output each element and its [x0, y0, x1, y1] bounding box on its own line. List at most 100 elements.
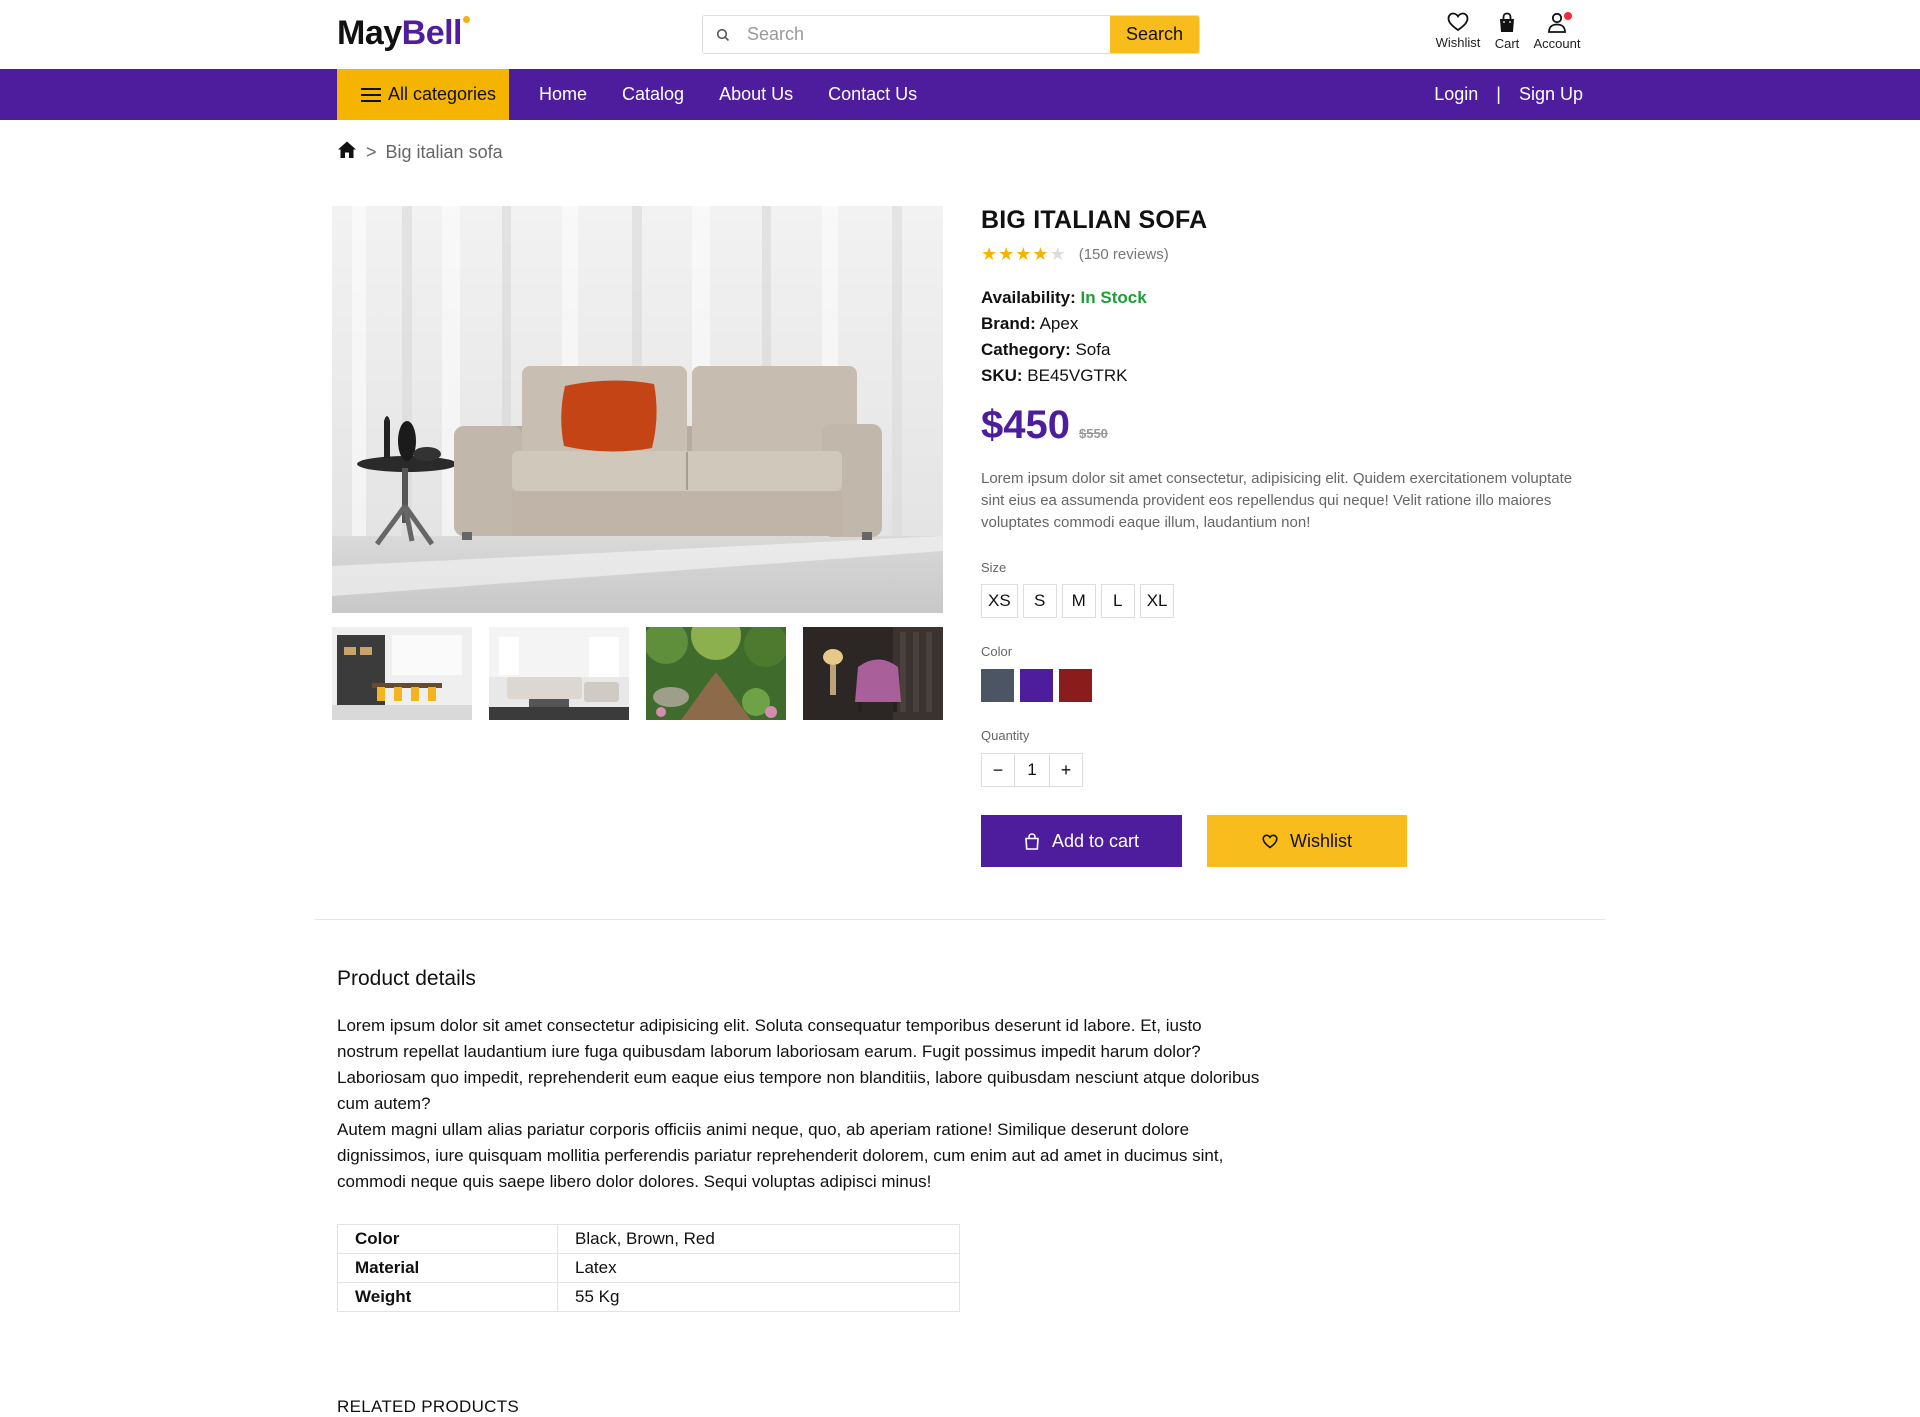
top-header: MayBell Search Wishlist Cart Account: [0, 0, 1920, 68]
brand-value: Apex: [1039, 314, 1079, 333]
breadcrumb: > Big italian sofa: [337, 140, 503, 164]
spec-table: Color Black, Brown, Red Material Latex W…: [337, 1224, 960, 1312]
section-divider: [315, 919, 1605, 920]
header-account-label: Account: [1533, 36, 1581, 51]
signup-link[interactable]: Sign Up: [1519, 84, 1583, 105]
color-swatch-gray[interactable]: [981, 669, 1014, 702]
nav-link-catalog[interactable]: Catalog: [622, 84, 684, 105]
size-option-xl[interactable]: XL: [1139, 584, 1175, 618]
size-option-m[interactable]: M: [1061, 584, 1096, 618]
quantity-stepper: − 1 +: [981, 753, 1585, 787]
login-link[interactable]: Login: [1434, 84, 1478, 105]
color-label: Color: [981, 644, 1013, 659]
breadcrumb-separator: >: [366, 141, 377, 162]
shopping-bag-icon: [1025, 832, 1039, 850]
category-label: Cathegory:: [981, 340, 1071, 359]
wishlist-label: Wishlist: [1290, 830, 1352, 851]
star-filled-icon: ★: [998, 244, 1015, 264]
table-row: Color Black, Brown, Red: [337, 1224, 960, 1254]
product-short-description: Lorem ipsum dolor sit amet consectetur, …: [981, 470, 1573, 531]
color-options: [981, 669, 1585, 702]
related-products-heading: RELATED PRODUCTS: [337, 1397, 520, 1416]
shopping-bag-icon: [1500, 12, 1514, 32]
brand-row: Brand: Apex: [981, 311, 1585, 337]
star-rating: ★ ★ ★ ★ ★: [981, 245, 1067, 263]
header-cart-label: Cart: [1494, 36, 1520, 51]
table-row: Material Latex: [337, 1253, 960, 1283]
home-icon[interactable]: [337, 140, 357, 164]
spec-key: Color: [337, 1224, 558, 1254]
availability-label: Availability:: [981, 288, 1076, 307]
star-filled-icon: ★: [981, 244, 998, 264]
star-empty-icon: ★: [1049, 244, 1066, 264]
color-swatch-purple[interactable]: [1020, 669, 1053, 702]
logo[interactable]: MayBell: [337, 14, 470, 53]
all-categories-button[interactable]: All categories: [337, 69, 509, 120]
sku-value: BE45VGTRK: [1027, 366, 1128, 385]
review-count[interactable]: (150 reviews): [1079, 246, 1169, 263]
header-cart[interactable]: Cart: [1490, 12, 1524, 51]
size-option-l[interactable]: L: [1100, 584, 1135, 618]
size-option-s[interactable]: S: [1022, 584, 1057, 618]
brand-label: Brand:: [981, 314, 1036, 333]
auth-links: Login | Sign Up: [1434, 69, 1583, 120]
category-row: Cathegory: Sofa: [981, 337, 1585, 363]
header-account[interactable]: Account: [1530, 12, 1584, 51]
thumbnail-living-room[interactable]: [489, 627, 629, 720]
thumbnail-garden[interactable]: [646, 627, 786, 720]
current-price: $450: [981, 403, 1070, 447]
spec-key: Weight: [337, 1282, 558, 1312]
size-options: XS S M L XL: [981, 584, 1585, 618]
quantity-increase-button[interactable]: +: [1049, 753, 1083, 787]
product-rating: ★ ★ ★ ★ ★ (150 reviews): [981, 245, 1585, 263]
old-price: $550: [1078, 426, 1108, 441]
product-details-paragraph-2: Autem magni ullam alias pariatur corpori…: [337, 1120, 1224, 1191]
heart-icon: [1447, 12, 1469, 32]
notification-dot: [1564, 12, 1572, 20]
spec-value: 55 Kg: [557, 1282, 960, 1312]
spec-value: Black, Brown, Red: [557, 1224, 960, 1254]
spec-value: Latex: [557, 1253, 960, 1283]
quantity-value[interactable]: 1: [1015, 753, 1049, 787]
color-swatch-red[interactable]: [1059, 669, 1092, 702]
thumbnail-armchair[interactable]: [803, 627, 943, 720]
search-bar: Search: [702, 15, 1200, 54]
heart-icon: [1262, 833, 1278, 848]
product-details-paragraph-1: Lorem ipsum dolor sit amet consectetur a…: [337, 1016, 1260, 1113]
header-wishlist[interactable]: Wishlist: [1432, 12, 1484, 50]
menu-icon: [361, 87, 381, 102]
sku-label: SKU:: [981, 366, 1023, 385]
nav-link-home[interactable]: Home: [539, 84, 587, 105]
product-details-heading: Product details: [337, 967, 476, 990]
nav-link-contact[interactable]: Contact Us: [828, 84, 917, 105]
search-icon: [703, 16, 743, 53]
thumbnail-kitchen[interactable]: [332, 627, 472, 720]
product-title: BIG ITALIAN SOFA: [981, 206, 1208, 234]
size-option-xs[interactable]: XS: [981, 584, 1018, 618]
table-row: Weight 55 Kg: [337, 1282, 960, 1312]
star-filled-icon: ★: [1032, 244, 1049, 264]
product-price: $450 $550: [981, 403, 1585, 448]
quantity-decrease-button[interactable]: −: [981, 753, 1015, 787]
product-details-section: Product details Lorem ipsum dolor sit am…: [337, 967, 1267, 1312]
quantity-label: Quantity: [981, 728, 1030, 743]
nav-link-about[interactable]: About Us: [719, 84, 793, 105]
product-details-text: Lorem ipsum dolor sit amet consectetur a…: [337, 1013, 1267, 1195]
logo-text-may: May: [337, 14, 402, 52]
main-nav: All categories Home Catalog About Us Con…: [0, 69, 1920, 120]
search-button[interactable]: Search: [1110, 16, 1199, 53]
size-label: Size: [981, 560, 1007, 575]
wishlist-button[interactable]: Wishlist: [1207, 815, 1407, 867]
category-value: Sofa: [1075, 340, 1111, 359]
breadcrumb-current: Big italian sofa: [385, 141, 503, 162]
spec-key: Material: [337, 1253, 558, 1283]
availability-value: In Stock: [1080, 288, 1147, 307]
availability-row: Availability: In Stock: [981, 285, 1585, 311]
nav-links: Home Catalog About Us Contact Us: [539, 69, 952, 120]
product-main-image[interactable]: [332, 206, 943, 613]
product-meta: Availability: In Stock Brand: Apex Cathe…: [981, 285, 1585, 389]
add-to-cart-label: Add to cart: [1051, 830, 1140, 851]
add-to-cart-button[interactable]: Add to cart: [981, 815, 1182, 867]
search-input[interactable]: [743, 16, 1110, 53]
all-categories-label: All categories: [388, 84, 497, 104]
